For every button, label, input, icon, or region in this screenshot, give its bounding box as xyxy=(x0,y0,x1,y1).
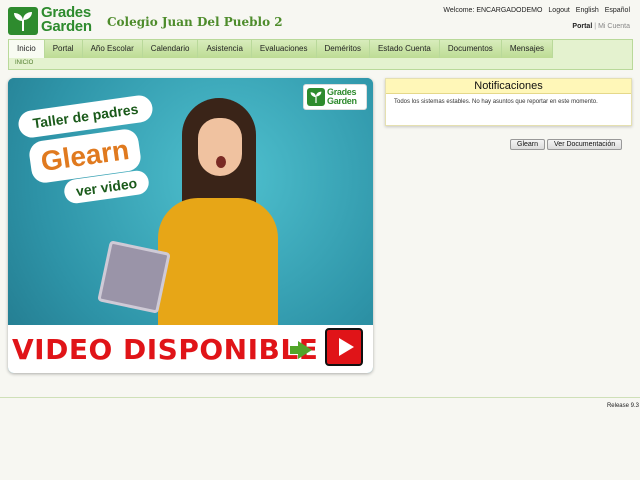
play-icon[interactable] xyxy=(325,328,363,366)
tablet-icon xyxy=(97,240,171,314)
tab-calendario[interactable]: Calendario xyxy=(142,40,199,58)
top-links: Welcome: ENCARGADODEMO Logout English Es… xyxy=(439,7,630,14)
logo-line2: Garden xyxy=(41,18,92,35)
release-version: Release 9.3 xyxy=(606,403,639,409)
glearn-button[interactable]: Glearn xyxy=(510,139,546,150)
arrow-right-icon xyxy=(298,341,312,359)
video-banner[interactable]: Taller de padres Glearn ver video Grades… xyxy=(8,78,373,373)
footer-divider xyxy=(0,397,640,398)
tab-inicio[interactable]: Inicio xyxy=(9,40,45,58)
my-account-link[interactable]: Mi Cuenta xyxy=(598,23,630,30)
banner-bottom-strip: VIDEO DISPONIBLE xyxy=(8,325,373,373)
logo-text: Grades Garden xyxy=(41,5,92,35)
welcome-text: Welcome: ENCARGADODEMO xyxy=(443,7,543,14)
portal-link[interactable]: Portal xyxy=(572,23,592,30)
banner-logo: Grades Garden xyxy=(303,84,367,110)
tab-ano-escolar[interactable]: Año Escolar xyxy=(82,40,143,58)
tab-asistencia[interactable]: Asistencia xyxy=(198,40,252,58)
tab-evaluaciones[interactable]: Evaluaciones xyxy=(251,40,317,58)
notifications-panel: Notificaciones Todos los sistemas establ… xyxy=(385,78,632,126)
portal-separator: | xyxy=(594,23,597,30)
action-buttons: Glearn Ver Documentación xyxy=(510,139,623,150)
portal-switcher: Portal | Mi Cuenta xyxy=(572,23,630,30)
logo[interactable]: Grades Garden xyxy=(8,5,98,37)
notifications-message: Todos los sistemas estables. No hay asun… xyxy=(394,99,598,105)
logo-sprout-icon xyxy=(8,7,38,35)
tab-demeritos[interactable]: Deméritos xyxy=(316,40,370,58)
view-docs-button[interactable]: Ver Documentación xyxy=(547,139,623,150)
woman-mouth xyxy=(216,156,226,168)
breadcrumb[interactable]: INICIO xyxy=(15,60,33,66)
tab-portal[interactable]: Portal xyxy=(44,40,83,58)
notifications-title: Notificaciones xyxy=(386,79,631,94)
main-nav: Inicio Portal Año Escolar Calendario Asi… xyxy=(8,39,633,70)
banner-logo-text: Grades Garden xyxy=(327,88,357,106)
tab-mensajes[interactable]: Mensajes xyxy=(501,40,554,58)
logout-link[interactable]: Logout xyxy=(548,7,569,14)
banner-woman-illustration xyxy=(158,98,278,325)
banner-sprout-icon xyxy=(307,88,325,106)
banner-logo-line2: Garden xyxy=(327,96,357,106)
woman-shirt xyxy=(158,198,278,325)
spanish-link[interactable]: Español xyxy=(605,7,630,14)
tab-estado-cuenta[interactable]: Estado Cuenta xyxy=(369,40,440,58)
nav-tabs: Inicio Portal Año Escolar Calendario Asi… xyxy=(9,40,554,58)
english-link[interactable]: English xyxy=(576,7,599,14)
video-disponible-text: VIDEO DISPONIBLE xyxy=(12,333,319,366)
tab-documentos[interactable]: Documentos xyxy=(439,40,502,58)
school-name: Colegio Juan Del Pueblo 2 xyxy=(107,15,283,29)
